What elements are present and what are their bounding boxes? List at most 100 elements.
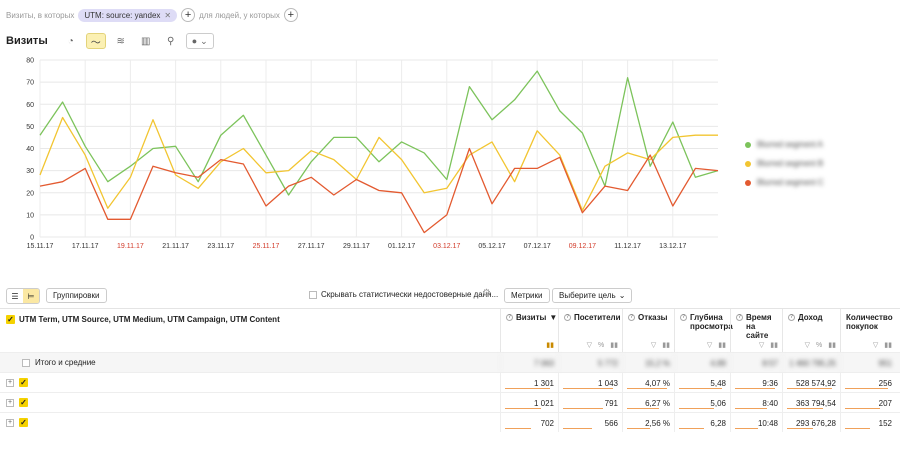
- column-tools: ▽% ▮▮: [805, 341, 836, 350]
- value-bar: [735, 407, 767, 409]
- utm-source-filter-chip[interactable]: UTM: source: yandex ✕: [78, 8, 178, 22]
- percent-icon[interactable]: %: [598, 341, 604, 350]
- checkbox-checked-icon[interactable]: ✓: [19, 398, 28, 407]
- table-row[interactable]: + ✓ 1 021 791 6,27 % 5,06 8:40 363 794,54 207: [0, 392, 900, 412]
- cell-depth: 5,06: [674, 393, 730, 412]
- filter-icon[interactable]: ▽: [805, 341, 810, 350]
- help-icon[interactable]: ?: [680, 314, 687, 321]
- bar-chart-icon[interactable]: ▮▮: [770, 341, 778, 350]
- area-chart-icon[interactable]: ≋: [111, 33, 131, 49]
- bar-chart-icon[interactable]: ▮▮: [546, 341, 554, 350]
- map-pin-icon[interactable]: ⚲: [161, 33, 181, 49]
- x-tick-label: 17.11.17: [72, 243, 99, 250]
- close-icon[interactable]: ✕: [164, 11, 171, 20]
- expand-icon[interactable]: +: [6, 398, 14, 407]
- tree-view-icon[interactable]: ⊨: [23, 289, 39, 303]
- column-visitors[interactable]: ? Посетители ▽% ▮▮: [558, 309, 622, 353]
- bar-chart-icon[interactable]: ▮▮: [662, 341, 670, 350]
- totals-label-group: Итого и средние: [22, 358, 96, 367]
- table-row[interactable]: + ✓ 1 301 1 043 4,07 % 5,48 9:36 528 574,92 256: [0, 372, 900, 392]
- gear-icon[interactable]: ⚙: [482, 288, 491, 299]
- filter-icon[interactable]: ▽: [707, 341, 712, 350]
- expand-icon[interactable]: +: [6, 378, 14, 387]
- column-purchases[interactable]: Количество покупок ▽ ▮▮: [840, 309, 896, 353]
- list-view-icon[interactable]: ☰: [7, 289, 23, 303]
- legend-item[interactable]: Blurred segment C: [745, 178, 824, 187]
- value-bar: [845, 407, 880, 409]
- groupings-button[interactable]: Группировки: [46, 288, 107, 303]
- checkbox-checked-icon[interactable]: ✓: [19, 378, 28, 387]
- percent-icon[interactable]: %: [816, 341, 822, 350]
- choose-goal-label: Выберите цель: [559, 291, 616, 300]
- legend-item[interactable]: Blurred segment A: [745, 140, 824, 149]
- chart-toolbar: Визиты ◔ 〜 ≋ ▥ ⚲ ● ⌄: [6, 33, 214, 49]
- bar-chart-icon[interactable]: ▮▮: [828, 341, 836, 350]
- filter-icon[interactable]: ▽: [873, 341, 878, 350]
- bar-chart-icon[interactable]: ▮▮: [884, 341, 892, 350]
- x-tick-label: 23.11.17: [207, 243, 234, 250]
- cell-revenue: 528 574,92: [782, 373, 840, 392]
- legend-label: Blurred segment A: [757, 140, 823, 149]
- bar-chart-icon[interactable]: ▥: [136, 33, 156, 49]
- add-visit-condition-button[interactable]: +: [181, 8, 196, 22]
- cell-visits: 1 021: [500, 393, 558, 412]
- visits-line-chart: 0 10 20 30 40 50 60 70 80 15.11.17 17.11.17 19.11.1…: [26, 58, 719, 250]
- add-people-condition-button[interactable]: +: [283, 8, 298, 22]
- table-row[interactable]: + ✓ 702 566 2,56 % 6,28 10:48 293 676,28 152: [0, 412, 900, 432]
- column-label: Количество покупок: [846, 313, 893, 331]
- checkbox-icon: [309, 290, 317, 299]
- cell-value: 152: [878, 419, 892, 428]
- cell-value: 207: [878, 399, 892, 408]
- column-visits[interactable]: ? Визиты ▼ ▮▮: [500, 309, 558, 353]
- checkbox-icon[interactable]: [22, 358, 30, 367]
- line-chart-icon[interactable]: 〜: [85, 33, 106, 49]
- help-icon[interactable]: ?: [628, 314, 635, 321]
- column-revenue[interactable]: ? Доход ▽% ▮▮: [782, 309, 840, 353]
- chevron-down-icon: ⌄: [200, 35, 208, 46]
- column-time-on-site[interactable]: ? Время на сайте ▽ ▮▮: [730, 309, 782, 353]
- sort-desc-icon[interactable]: ▼: [549, 313, 557, 322]
- total-bounce: 15,2 %: [622, 353, 674, 372]
- x-tick-label: 11.12.17: [614, 243, 641, 250]
- column-label: Глубина просмотра: [690, 313, 733, 331]
- dimension-header[interactable]: ✓ UTM Term, UTM Source, UTM Medium, UTM …: [6, 315, 280, 324]
- help-icon[interactable]: ?: [506, 314, 513, 321]
- chevron-down-icon: ⌄: [618, 291, 626, 300]
- expand-icon[interactable]: +: [6, 418, 14, 427]
- y-tick-label: 20: [26, 190, 34, 197]
- help-icon[interactable]: ?: [788, 314, 795, 321]
- metrics-button[interactable]: Метрики: [504, 288, 550, 303]
- filter-icon[interactable]: ▽: [587, 341, 592, 350]
- checkbox-checked-icon[interactable]: ✓: [6, 315, 15, 324]
- chart-legend: Blurred segment A Blurred segment B Blur…: [745, 140, 824, 187]
- help-icon[interactable]: ?: [564, 314, 571, 321]
- column-page-depth[interactable]: ? Глубина просмотра ▽ ▮▮: [674, 309, 733, 353]
- hide-unreliable-checkbox[interactable]: Скрывать статистически недостоверные дан…: [309, 290, 498, 299]
- bar-chart-icon[interactable]: ▮▮: [718, 341, 726, 350]
- legend-dot: [745, 179, 751, 186]
- row-label-group: + ✓: [6, 398, 33, 407]
- help-icon[interactable]: ?: [736, 314, 743, 321]
- total-purchases: 951: [840, 353, 896, 372]
- cell-time: 8:40: [730, 393, 782, 412]
- totals-label: Итого и средние: [35, 358, 96, 367]
- value-bar: [679, 427, 704, 429]
- choose-goal-dropdown[interactable]: Выберите цель ⌄: [552, 288, 633, 303]
- pie-chart-icon[interactable]: ◔: [61, 33, 81, 49]
- checkbox-checked-icon[interactable]: ✓: [19, 418, 28, 427]
- cell-value: 791: [604, 399, 618, 408]
- column-tools: ▽ ▮▮: [873, 341, 892, 350]
- column-bounce-rate[interactable]: ? Отказы ▽ ▮▮: [622, 309, 674, 353]
- y-tick-label: 10: [26, 212, 34, 219]
- filter-icon[interactable]: ▽: [759, 341, 764, 350]
- chart-options-dropdown[interactable]: ● ⌄: [185, 33, 214, 49]
- legend-dot: [745, 160, 751, 167]
- x-tick-label: 15.11.17: [27, 243, 54, 250]
- filter-icon[interactable]: ▽: [651, 341, 656, 350]
- legend-item[interactable]: Blurred segment B: [745, 159, 824, 168]
- x-tick-label: 09.12.17: [569, 243, 596, 250]
- cell-time: 10:48: [730, 413, 782, 432]
- bar-chart-icon[interactable]: ▮▮: [610, 341, 618, 350]
- cell-value: 6,28: [710, 419, 726, 428]
- row-label-group: + ✓: [6, 418, 33, 427]
